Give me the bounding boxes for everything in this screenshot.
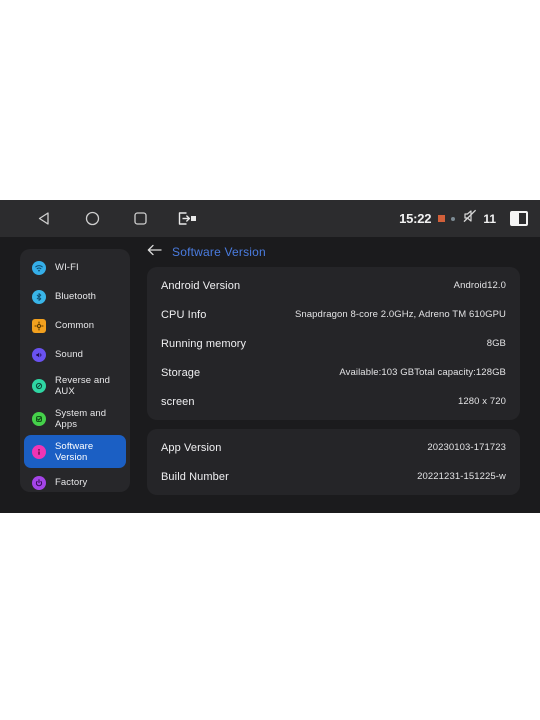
status-indicators: 15:22 11 [399, 200, 528, 237]
sidebar-item-system-and-apps[interactable]: System and Apps [24, 402, 126, 435]
sidebar-item-reverse-and-aux[interactable]: Reverse and AUX [24, 369, 126, 402]
row-label: App Version [161, 441, 222, 454]
volume-level-value: 11 [483, 211, 496, 226]
info-icon [32, 444, 46, 459]
table-row: Running memory 8GB [147, 329, 520, 358]
back-nav-icon[interactable] [20, 204, 68, 234]
sidebar-item-label: Bluetooth [55, 291, 97, 302]
wifi-icon [32, 260, 46, 275]
table-row: screen 1280 x 720 [147, 387, 520, 416]
row-value: Android12.0 [453, 280, 506, 291]
table-row: CPU Info Snapdragon 8-core 2.0GHz, Adren… [147, 300, 520, 329]
sidebar-item-software-version[interactable]: Software Version [24, 435, 126, 468]
row-value: 1280 x 720 [457, 396, 506, 407]
android-head-unit-screen: 15:22 11 WI-FI Bluetooth Common Sound Re… [0, 200, 540, 513]
sidebar-item-bluetooth[interactable]: Bluetooth [24, 282, 126, 311]
split-screen-icon [510, 211, 528, 226]
panel-header: Software Version [140, 237, 540, 267]
row-label: Android Version [161, 279, 241, 292]
row-value: 20221231-151225-w [417, 471, 506, 482]
sidebar-item-label: Sound [55, 349, 83, 360]
row-label: CPU Info [161, 308, 207, 321]
sidebar-item-label: Software Version [55, 440, 94, 463]
sidebar-item-label: Factory [55, 477, 88, 488]
row-label: Running memory [161, 337, 247, 350]
sidebar-item-label: System and Apps [55, 407, 107, 430]
sidebar-item-sound[interactable]: Sound [24, 340, 126, 369]
row-label: screen [161, 395, 195, 408]
row-value: 8GB [486, 338, 506, 349]
clock: 15:22 [399, 211, 432, 226]
camera-icon [32, 378, 46, 393]
navigation-buttons [20, 204, 212, 234]
settings-sidebar: WI-FI Bluetooth Common Sound Reverse and… [20, 249, 130, 492]
sidebar-item-common[interactable]: Common [24, 311, 126, 340]
gear-icon [32, 318, 46, 333]
bluetooth-icon [32, 289, 46, 304]
page-title: Software Version [172, 245, 266, 259]
back-arrow-icon[interactable] [147, 243, 163, 262]
volume-muted-icon [462, 208, 478, 229]
row-value: Snapdragon 8-core 2.0GHz, Adreno TM 610G… [294, 309, 506, 320]
table-row: Storage Available:103 GBTotal capacity:1… [147, 358, 520, 387]
software-version-panel: Software Version Android Version Android… [140, 237, 540, 513]
settings-body: WI-FI Bluetooth Common Sound Reverse and… [0, 237, 540, 513]
row-label: Storage [161, 366, 201, 379]
power-icon [32, 475, 46, 490]
sidebar-item-label: Common [55, 320, 95, 331]
app-info-card: App Version 20230103-171723 Build Number… [147, 429, 520, 495]
row-value: Available:103 GBTotal capacity:128GB [339, 367, 506, 378]
row-value: 20230103-171723 [427, 442, 506, 453]
sidebar-item-wifi[interactable]: WI-FI [24, 253, 126, 282]
speaker-icon [32, 347, 46, 362]
table-row: Android Version Android12.0 [147, 271, 520, 300]
table-row: App Version 20230103-171723 [147, 433, 520, 462]
apps-icon [32, 411, 46, 426]
sidebar-item-label: WI-FI [55, 262, 79, 273]
row-label: Build Number [161, 470, 229, 483]
sidebar-item-label: Reverse and AUX [55, 374, 110, 397]
recording-indicator-icon [438, 215, 446, 222]
sidebar-item-factory[interactable]: Factory [24, 468, 126, 497]
recents-nav-icon[interactable] [116, 204, 164, 234]
status-dot-icon [451, 216, 456, 221]
table-row: Build Number 20221231-151225-w [147, 462, 520, 491]
device-info-card: Android Version Android12.0 CPU Info Sna… [147, 267, 520, 420]
status-bar: 15:22 11 [0, 200, 540, 237]
home-nav-icon[interactable] [68, 204, 116, 234]
exit-app-icon[interactable] [164, 204, 212, 234]
